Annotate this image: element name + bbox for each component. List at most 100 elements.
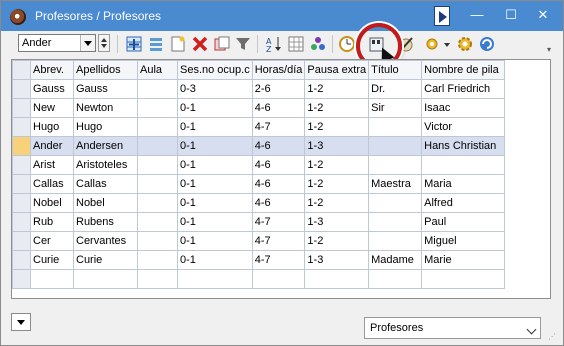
cell-abrev[interactable]: Callas [30,174,74,194]
cell-horas-dia[interactable]: 2-6 [251,79,306,99]
cell-abrev[interactable]: New [30,98,74,118]
cell-horas-dia[interactable]: 4-6 [251,174,306,194]
bottom-dropdown-button[interactable] [11,313,31,331]
cell-titulo[interactable] [368,231,423,251]
cell-nombre[interactable] [421,155,506,175]
new-document-icon[interactable] [169,35,187,53]
cell-nombre[interactable]: Paul [421,212,506,232]
cell-apellidos[interactable]: Gauss [73,79,138,99]
cell-titulo[interactable]: Dr. [368,79,423,99]
cell-empty[interactable] [177,269,253,289]
cell-apellidos[interactable]: Callas [73,174,138,194]
cell-pausa-extra[interactable]: 1-2 [304,117,370,137]
column-header-nombre[interactable]: Nombre de pila [421,60,506,80]
cell-apellidos[interactable]: Cervantes [73,231,138,251]
cell-abrev[interactable]: Ander [30,136,74,156]
spin-down-icon[interactable] [101,44,107,48]
cell-sesiones[interactable]: 0-1 [177,117,253,137]
cell-horas-dia[interactable]: 4-6 [251,155,306,175]
table-row[interactable]: Rub Rubens 0-1 4-7 1-3 Paul [12,212,506,232]
cell-sesiones[interactable]: 0-1 [177,193,253,213]
cell-aula[interactable] [137,250,178,270]
cell-empty[interactable] [137,269,178,289]
cell-apellidos[interactable]: Newton [73,98,138,118]
cell-sesiones[interactable]: 0-1 [177,136,253,156]
spin-up-icon[interactable] [101,38,107,42]
cell-titulo[interactable] [368,117,423,137]
cell-pausa-extra[interactable]: 1-3 [304,250,370,270]
cell-nombre[interactable]: Marie [421,250,506,270]
cell-abrev[interactable]: Nobel [30,193,74,213]
cell-horas-dia[interactable]: 4-7 [251,231,306,251]
cell-empty[interactable] [421,269,506,289]
table-row[interactable]: Arist Aristoteles 0-1 4-6 1-2 [12,155,506,175]
cell-empty[interactable] [251,269,306,289]
cell-sesiones[interactable]: 0-1 [177,231,253,251]
cell-horas-dia[interactable]: 4-7 [251,250,306,270]
table-row[interactable]: Hugo Hugo 0-1 4-7 1-2 Victor [12,117,506,137]
row-header[interactable] [12,250,31,270]
cell-empty[interactable] [30,269,74,289]
row-header[interactable] [12,155,31,175]
cell-titulo[interactable]: Madame [368,250,423,270]
column-header-aula[interactable]: Aula [137,60,178,80]
row-header[interactable] [12,269,31,289]
cell-pausa-extra[interactable]: 1-2 [304,231,370,251]
cell-pausa-extra[interactable]: 1-2 [304,79,370,99]
cell-sesiones[interactable]: 0-1 [177,250,253,270]
cell-titulo[interactable] [368,193,423,213]
cell-pausa-extra[interactable]: 1-2 [304,98,370,118]
table-row[interactable]: New Newton 0-1 4-6 1-2 Sir Isaac [12,98,506,118]
row-header[interactable] [12,98,31,118]
cell-horas-dia[interactable]: 4-6 [251,136,306,156]
cell-abrev[interactable]: Gauss [30,79,74,99]
clock-icon[interactable] [338,35,356,53]
table-row[interactable]: Ander Andersen 0-1 4-6 1-3 Hans Christian [12,136,506,156]
table-row[interactable]: Curie Curie 0-1 4-7 1-3 Madame Marie [12,250,506,270]
cell-apellidos[interactable]: Rubens [73,212,138,232]
chevron-down-icon[interactable] [80,35,95,51]
row-header[interactable] [12,193,31,213]
cell-nombre[interactable]: Miguel [421,231,506,251]
filter-icon[interactable] [234,35,252,53]
close-button[interactable]: ✕ [523,1,563,31]
row-header[interactable] [12,174,31,194]
cell-horas-dia[interactable]: 4-7 [251,117,306,137]
column-header-apellidos[interactable]: Apellidos [73,60,138,80]
row-header[interactable] [12,231,31,251]
cell-aula[interactable] [137,212,178,232]
cell-titulo[interactable] [368,212,423,232]
cell-aula[interactable] [137,98,178,118]
cell-aula[interactable] [137,136,178,156]
row-header[interactable] [12,136,31,156]
cell-abrev[interactable]: Rub [30,212,74,232]
column-header-horas-dia[interactable]: Horas/día [251,60,306,80]
chevron-down-icon[interactable] [444,43,450,47]
cell-nombre[interactable]: Isaac [421,98,506,118]
new-record-row[interactable] [12,269,506,289]
cell-empty[interactable] [304,269,370,289]
grid-settings-icon[interactable] [287,35,305,53]
cell-sesiones[interactable]: 0-1 [177,155,253,175]
cell-titulo[interactable] [368,155,423,175]
cell-pausa-extra[interactable]: 1-2 [304,155,370,175]
table-row[interactable]: Gauss Gauss 0-3 2-6 1-2 Dr. Carl Friedrich [12,79,506,99]
cell-nombre[interactable]: Victor [421,117,506,137]
cell-horas-dia[interactable]: 4-6 [251,193,306,213]
cell-abrev[interactable]: Curie [30,250,74,270]
wizard-icon[interactable] [309,35,327,53]
resize-grip-icon[interactable]: ⋰ [548,332,556,341]
teacher-selector[interactable]: Ander [18,34,96,52]
column-header-pausa-extra[interactable]: Pausa extra [304,60,370,80]
cell-nombre[interactable]: Hans Christian [421,136,506,156]
cell-horas-dia[interactable]: 4-6 [251,98,306,118]
sort-icon[interactable]: A Z [265,35,283,53]
table-row[interactable]: Cer Cervantes 0-1 4-7 1-2 Miguel [12,231,506,251]
cell-nombre[interactable]: Alfred [421,193,506,213]
delete-icon[interactable] [191,35,209,53]
cell-pausa-extra[interactable]: 1-2 [304,174,370,194]
cell-apellidos[interactable]: Hugo [73,117,138,137]
cell-aula[interactable] [137,117,178,137]
column-header-titulo[interactable]: Título [368,60,423,80]
cell-aula[interactable] [137,79,178,99]
